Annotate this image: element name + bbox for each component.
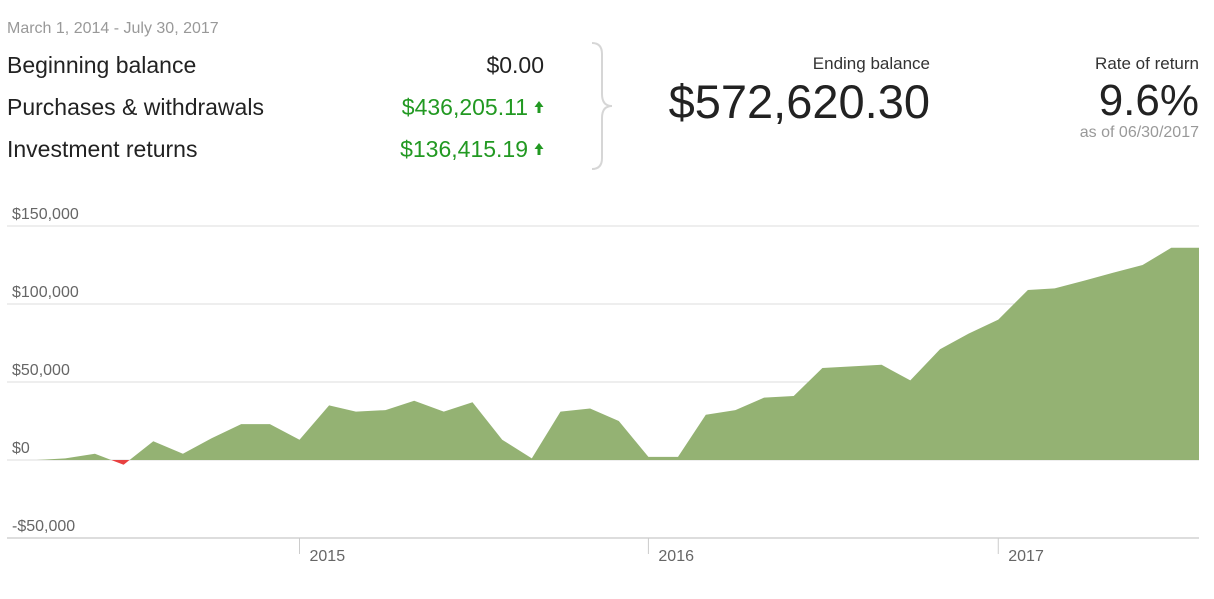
investment-returns-label: Investment returns: [7, 135, 198, 162]
y-tick-label: $0: [12, 440, 30, 457]
rate-as-of-date: as of 06/30/2017: [1079, 124, 1199, 141]
brace-icon: [591, 42, 613, 170]
up-arrow-icon: [534, 101, 544, 113]
rate-of-return-value: 9.6%: [1098, 76, 1199, 125]
ending-balance-label: Ending balance: [812, 54, 930, 73]
y-tick-label: $100,000: [12, 284, 79, 301]
rate-of-return-label: Rate of return: [1095, 54, 1199, 73]
date-range: March 1, 2014 - July 30, 2017: [7, 20, 219, 37]
purchases-withdrawals-row: Purchases & withdrawals $436,205.11: [7, 92, 544, 122]
investment-returns-value-wrap: $136,415.19: [400, 136, 544, 163]
y-tick-label: $50,000: [12, 362, 70, 379]
ending-balance-value: $572,620.30: [668, 75, 930, 128]
area-series: [7, 247, 1199, 465]
x-tick-label: 2017: [1008, 548, 1044, 565]
y-tick-label: $150,000: [12, 206, 79, 223]
purchases-withdrawals-value-wrap: $436,205.11: [402, 94, 544, 121]
beginning-balance-row: Beginning balance $0.00: [7, 50, 544, 80]
balance-area-chart: $150,000$100,000$50,000$0-$50,000 2015 20…: [7, 206, 1199, 565]
up-arrow-icon: [534, 143, 544, 155]
y-tick-label: -$50,000: [12, 518, 75, 535]
x-axis: 2015 2016 2017: [7, 537, 1199, 565]
investment-returns-row: Investment returns $136,415.19: [7, 134, 544, 164]
purchases-withdrawals-label: Purchases & withdrawals: [7, 93, 264, 120]
x-tick-label: 2016: [658, 548, 694, 565]
purchases-withdrawals-value: $436,205.11: [401, 93, 528, 120]
balance-area-positive: [7, 247, 1199, 460]
investment-returns-value: $136,415.19: [400, 135, 528, 162]
y-axis-ticks: $150,000 $100,000 $50,000 $0 -$50,000: [12, 206, 79, 535]
beginning-balance-value: $0.00: [486, 51, 544, 78]
beginning-balance-label: Beginning balance: [7, 51, 197, 78]
x-tick-label: 2015: [310, 548, 346, 565]
